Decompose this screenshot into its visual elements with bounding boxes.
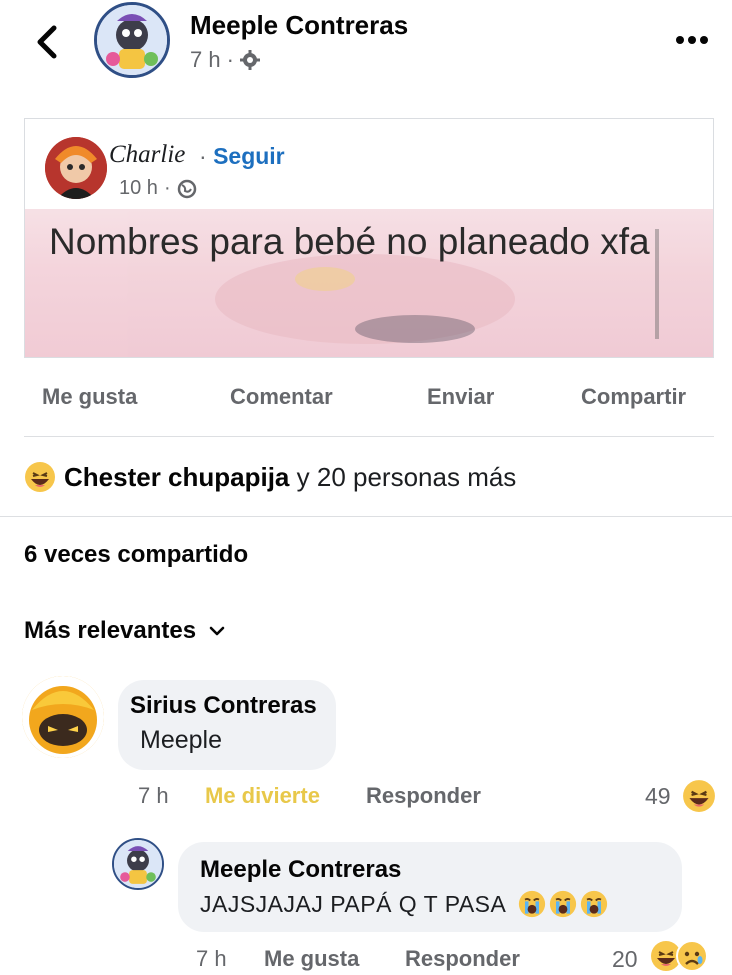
globe-icon: [177, 179, 196, 198]
chevron-down-icon: [209, 626, 225, 636]
send-button[interactable]: Enviar: [427, 384, 494, 410]
sort-dropdown[interactable]: Más relevantes: [24, 617, 226, 645]
follow-separator: ·: [199, 143, 207, 169]
laughing-face-icon-svg: [683, 780, 715, 812]
more-horizontal-icon: [676, 36, 708, 44]
more-options-button[interactable]: [672, 24, 712, 54]
shared-post-time: 10 h: [119, 177, 158, 199]
comment-time[interactable]: 7 h: [196, 946, 227, 972]
comment-time[interactable]: 7 h: [138, 783, 169, 809]
comment-author[interactable]: Meeple Contreras: [200, 856, 401, 884]
shared-post-card[interactable]: Charlie · Seguir 10 h · Nombres para beb…: [24, 118, 714, 358]
meta-separator: ·: [226, 47, 234, 72]
divider: [0, 516, 732, 517]
reaction-user-name: Chester chupapija: [64, 462, 290, 492]
reactions-summary[interactable]: Chester chupapija y 20 personas más: [64, 462, 516, 493]
comment-author[interactable]: Sirius Contreras: [130, 692, 317, 720]
like-button[interactable]: Me gusta: [42, 384, 137, 410]
shares-count[interactable]: 6 veces compartido: [24, 541, 248, 569]
reaction-others: y 20 personas más: [296, 462, 517, 492]
gear-icon: [239, 50, 260, 70]
crying-face-icon: [519, 890, 546, 918]
shared-author-name[interactable]: Charlie: [109, 141, 185, 169]
comment-emojis: [518, 890, 608, 918]
avatar-image: [114, 840, 162, 888]
reaction-count[interactable]: 20: [612, 946, 638, 973]
laughing-face-icon[interactable]: [24, 461, 56, 498]
avatar-image: [45, 137, 107, 199]
post-meta: 7 h ·: [190, 47, 260, 73]
reaction-count[interactable]: 49: [645, 783, 671, 810]
reaction-button[interactable]: Me divierte: [205, 783, 320, 809]
post-author[interactable]: Meeple Contreras: [190, 10, 408, 41]
comment-avatar[interactable]: [112, 838, 164, 890]
like-button[interactable]: Me gusta: [264, 946, 359, 972]
shared-author-avatar[interactable]: [45, 137, 107, 199]
comment-text-row: JAJSJAJAJ PAPÁ Q T PASA: [200, 890, 608, 918]
sort-label: Más relevantes: [24, 617, 197, 644]
follow-button[interactable]: · Seguir: [199, 143, 285, 170]
laughing-face-icon[interactable]: [682, 779, 716, 818]
reply-button[interactable]: Responder: [405, 946, 520, 972]
chevron-left-icon: [37, 25, 57, 59]
avatar-image: [97, 5, 167, 75]
divider: [24, 436, 714, 437]
avatar[interactable]: [94, 2, 170, 78]
crying-face-icon: [550, 890, 577, 918]
shared-post-meta: 10 h ·: [119, 177, 197, 200]
comment-button[interactable]: Comentar: [230, 384, 333, 410]
reaction-icons[interactable]: [650, 940, 708, 972]
share-button[interactable]: Compartir: [581, 384, 686, 410]
comment-text: JAJSJAJAJ PAPÁ Q T PASA: [200, 890, 507, 917]
follow-label: Seguir: [213, 143, 285, 169]
laughing-face-icon-svg: [25, 462, 55, 492]
comment-avatar[interactable]: [22, 676, 104, 758]
back-button[interactable]: [30, 22, 64, 62]
shared-post-text: Nombres para bebé no planeado xfa: [49, 221, 650, 262]
reply-button[interactable]: Responder: [366, 783, 481, 809]
meta-separator: ·: [163, 177, 171, 199]
comment-text: Meeple: [140, 726, 222, 754]
crying-face-icon: [581, 890, 608, 918]
avatar-image: [22, 676, 104, 758]
sad-face-icon: [676, 940, 708, 972]
post-time: 7 h: [190, 47, 221, 72]
